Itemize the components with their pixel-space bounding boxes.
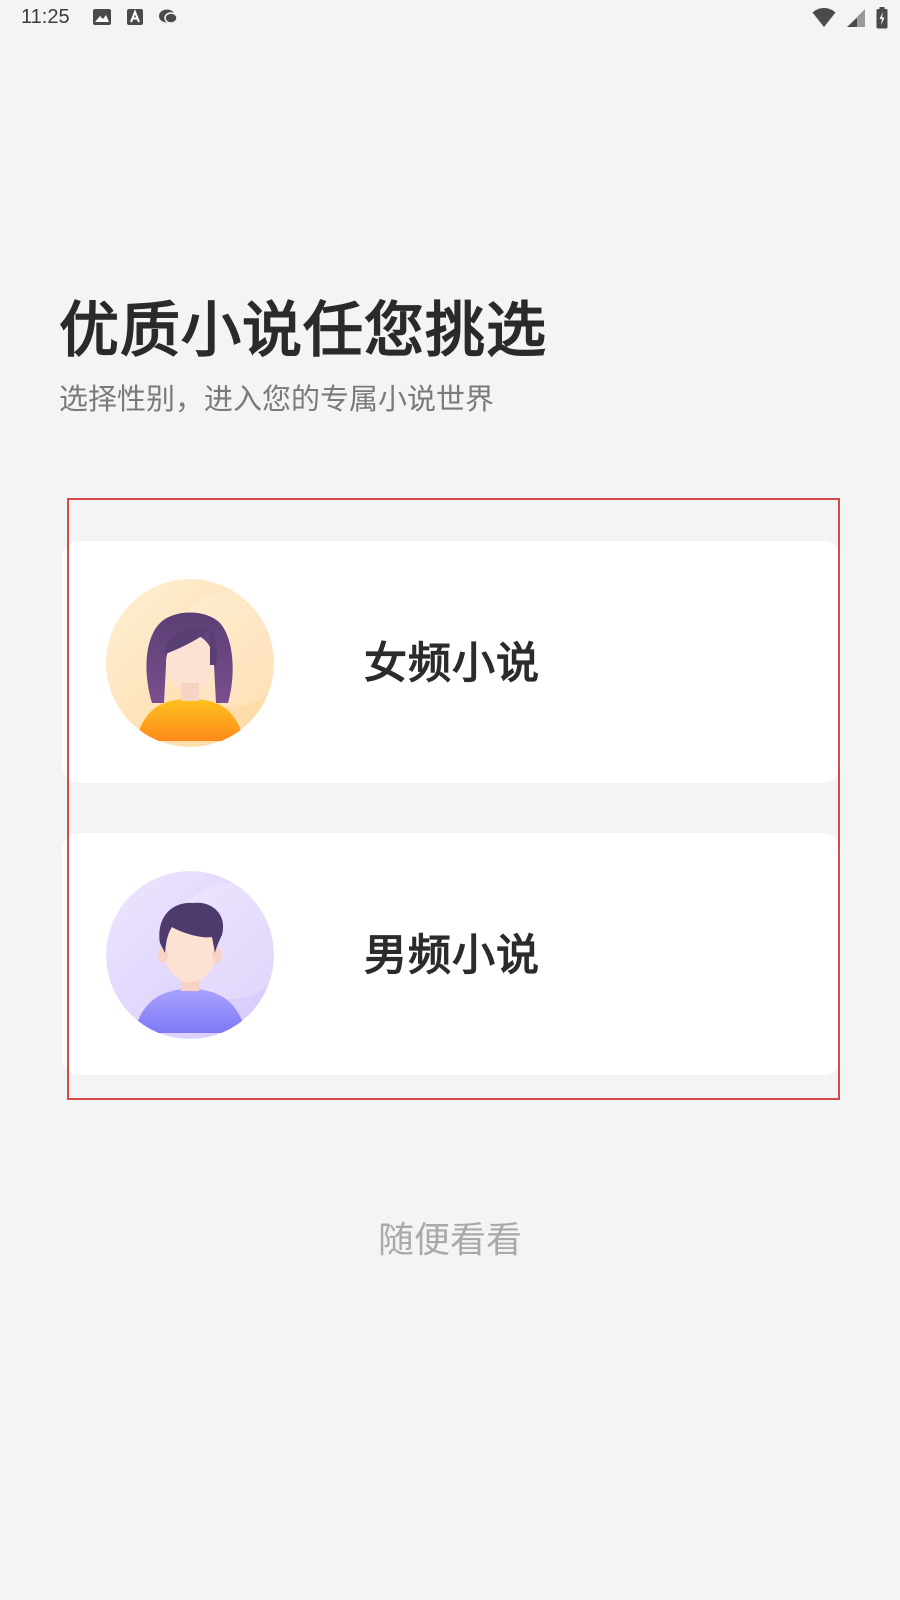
browse-casually-button[interactable]: 随便看看 (0, 1211, 900, 1263)
page-title: 优质小说任您挑选 (59, 296, 547, 366)
wifi-icon (812, 8, 836, 27)
status-bar: 11:25 (0, 0, 900, 36)
status-time: 11:25 (21, 6, 70, 28)
signal-icon (847, 9, 865, 27)
selection-highlight-frame (67, 498, 840, 1100)
system-icons (812, 7, 888, 29)
battery-icon (876, 7, 888, 29)
chat-icon (159, 9, 178, 24)
page-subtitle: 选择性别，进入您的专属小说世界 (59, 382, 495, 416)
notification-icons (92, 8, 178, 26)
image-icon (93, 9, 111, 25)
text-a-icon (127, 9, 143, 25)
